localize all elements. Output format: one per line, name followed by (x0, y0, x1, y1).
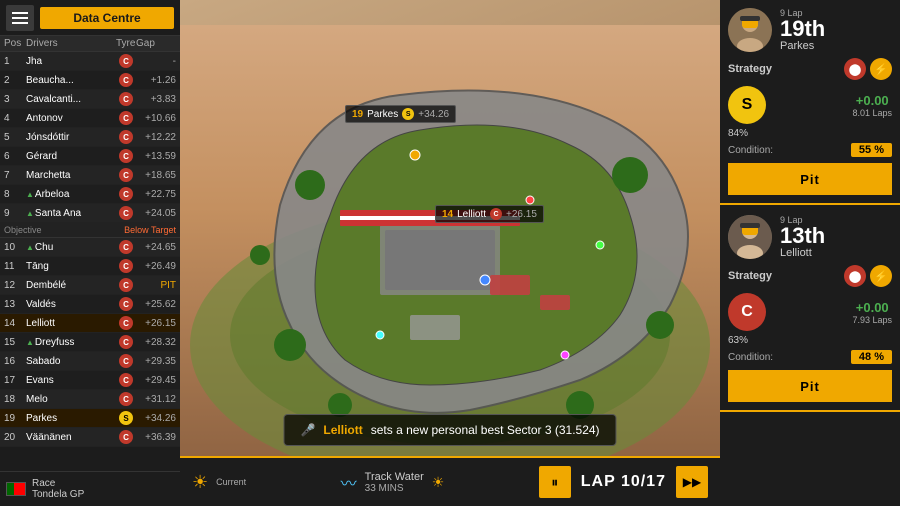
strategy-label-1: Strategy (728, 63, 772, 75)
table-row: 10 ▲Chu C +24.65 (0, 238, 180, 257)
sun-icon: ☀ (192, 472, 208, 493)
condition-value-1: 55 % (851, 143, 892, 157)
tyre-pct-1: 84% (728, 128, 748, 139)
data-centre-button[interactable]: Data Centre (40, 7, 174, 29)
table-row: 6 Gérard C +13.59 (0, 147, 180, 166)
table-row: 9 ▲Santa Ana C +24.05 (0, 204, 180, 223)
table-row: 20 Väänänen C +36.39 (0, 428, 180, 447)
pit-button-2[interactable]: Pit (728, 370, 892, 402)
parkes-position: 19th (780, 18, 892, 40)
lap-counter: LAP 10/17 (581, 473, 666, 491)
notification-banner: 🎤 Lelliott sets a new personal best Sect… (283, 414, 616, 446)
current-label: Current (216, 477, 246, 487)
tyre-pct-2: 63% (728, 335, 748, 346)
track-water-group: 〰 Track Water 33 MINS ☀ (341, 470, 445, 494)
delta-value-2: +0.00 (852, 300, 892, 315)
gp-label: Tondela GP (32, 489, 84, 500)
condition-label-1: Condition: (728, 145, 773, 156)
pause-button[interactable]: ⏸ (539, 466, 571, 498)
condition-label-2: Condition: (728, 352, 773, 363)
race-label: Race (32, 478, 84, 489)
time-label: 33 MINS (365, 483, 424, 494)
table-row: 7 Marchetta C +18.65 (0, 166, 180, 185)
table-row: 5 Jónsdóttir C +12.22 (0, 128, 180, 147)
table-row: 1 Jha C - (0, 52, 180, 71)
avatar-lelliott (728, 215, 772, 259)
delta-value-1: +0.00 (852, 93, 892, 108)
notification-text: sets a new personal best Sector 3 (31.52… (371, 423, 600, 437)
table-row: 11 Tāng C +26.49 (0, 257, 180, 276)
table-row: 2 Beaucha... C +1.26 (0, 71, 180, 90)
table-row: 16 Sabado C +29.35 (0, 352, 180, 371)
right-panel: 9 Lap 19th Parkes Strategy ⬤ ⚡ S +0.00 8… (720, 0, 900, 506)
laps-label-2: 7.93 Laps (852, 315, 892, 325)
fast-forward-button[interactable]: ▶▶ (676, 466, 708, 498)
tyre-display-1: S (728, 86, 766, 124)
car-label-parkes: 19 Parkes S +34.26 (345, 105, 456, 123)
table-row: 15 ▲Dreyfuss C +28.32 (0, 333, 180, 352)
lap-display: ⏸ LAP 10/17 ▶▶ (539, 466, 708, 498)
table-row-lelliott: 14 Lelliott C +26.15 (0, 314, 180, 333)
standings-table: Pos Drivers Tyre Gap 1 Jha C - 2 Beaucha… (0, 36, 180, 471)
table-row: 18 Melo C +31.12 (0, 390, 180, 409)
col-drivers: Drivers (26, 38, 116, 49)
portugal-flag (6, 482, 26, 496)
table-row: 3 Cavalcanti... C +3.83 (0, 90, 180, 109)
table-row: 17 Evans C +29.45 (0, 371, 180, 390)
pit-button-1[interactable]: Pit (728, 163, 892, 195)
driver-card-lelliott: 9 Lap 13th Lelliott Strategy ⬤ ⚡ C +0.00… (720, 207, 900, 412)
notification-driver: Lelliott (323, 423, 362, 437)
water-icon: 〰 (341, 470, 357, 494)
car-label-lelliott: 14 Lelliott C +26.15 (435, 205, 544, 223)
parkes-name: Parkes (780, 40, 892, 52)
table-row: 13 Valdés C +25.62 (0, 295, 180, 314)
table-row-parkes: 19 Parkes S +34.26 (0, 409, 180, 428)
strategy-label-2: Strategy (728, 270, 772, 282)
menu-button[interactable] (6, 5, 34, 31)
table-row: 12 Dembélé C PIT (0, 276, 180, 295)
lelliott-name: Lelliott (780, 247, 892, 259)
header-bar: Data Centre (0, 0, 180, 36)
table-row: 4 Antonov C +10.66 (0, 109, 180, 128)
tyre-display-2: C (728, 293, 766, 331)
objective-divider: Objective Below Target (0, 223, 180, 238)
laps-label-1: 8.01 Laps (852, 108, 892, 118)
mic-icon: 🎤 (300, 423, 315, 437)
weather-group: ☀ Current (192, 472, 246, 493)
strategy-icon-yellow-1[interactable]: ⚡ (870, 58, 892, 80)
col-pos: Pos (4, 38, 26, 49)
left-panel: Data Centre Pos Drivers Tyre Gap 1 Jha C… (0, 0, 180, 506)
col-gap: Gap (136, 38, 176, 49)
strategy-icon-red-1[interactable]: ⬤ (844, 58, 866, 80)
race-info: Race Tondela GP (0, 471, 180, 506)
lelliott-position: 13th (780, 225, 892, 247)
sun-icon-2: ☀ (432, 474, 445, 491)
condition-value-2: 48 % (851, 350, 892, 364)
avatar-parkes (728, 8, 772, 52)
bottom-bar: ☀ Current 〰 Track Water 33 MINS ☀ ⏸ LAP … (180, 456, 720, 506)
main-track-area: 19 Parkes S +34.26 14 Lelliott C +26.15 … (180, 0, 720, 506)
col-tyre: Tyre (116, 38, 136, 49)
strategy-icon-red-2[interactable]: ⬤ (844, 265, 866, 287)
driver-card-parkes: 9 Lap 19th Parkes Strategy ⬤ ⚡ S +0.00 8… (720, 0, 900, 205)
table-row: 8 ▲Arbeloa C +22.75 (0, 185, 180, 204)
track-water-label: Track Water (365, 471, 424, 483)
strategy-icon-yellow-2[interactable]: ⚡ (870, 265, 892, 287)
table-header: Pos Drivers Tyre Gap (0, 36, 180, 52)
